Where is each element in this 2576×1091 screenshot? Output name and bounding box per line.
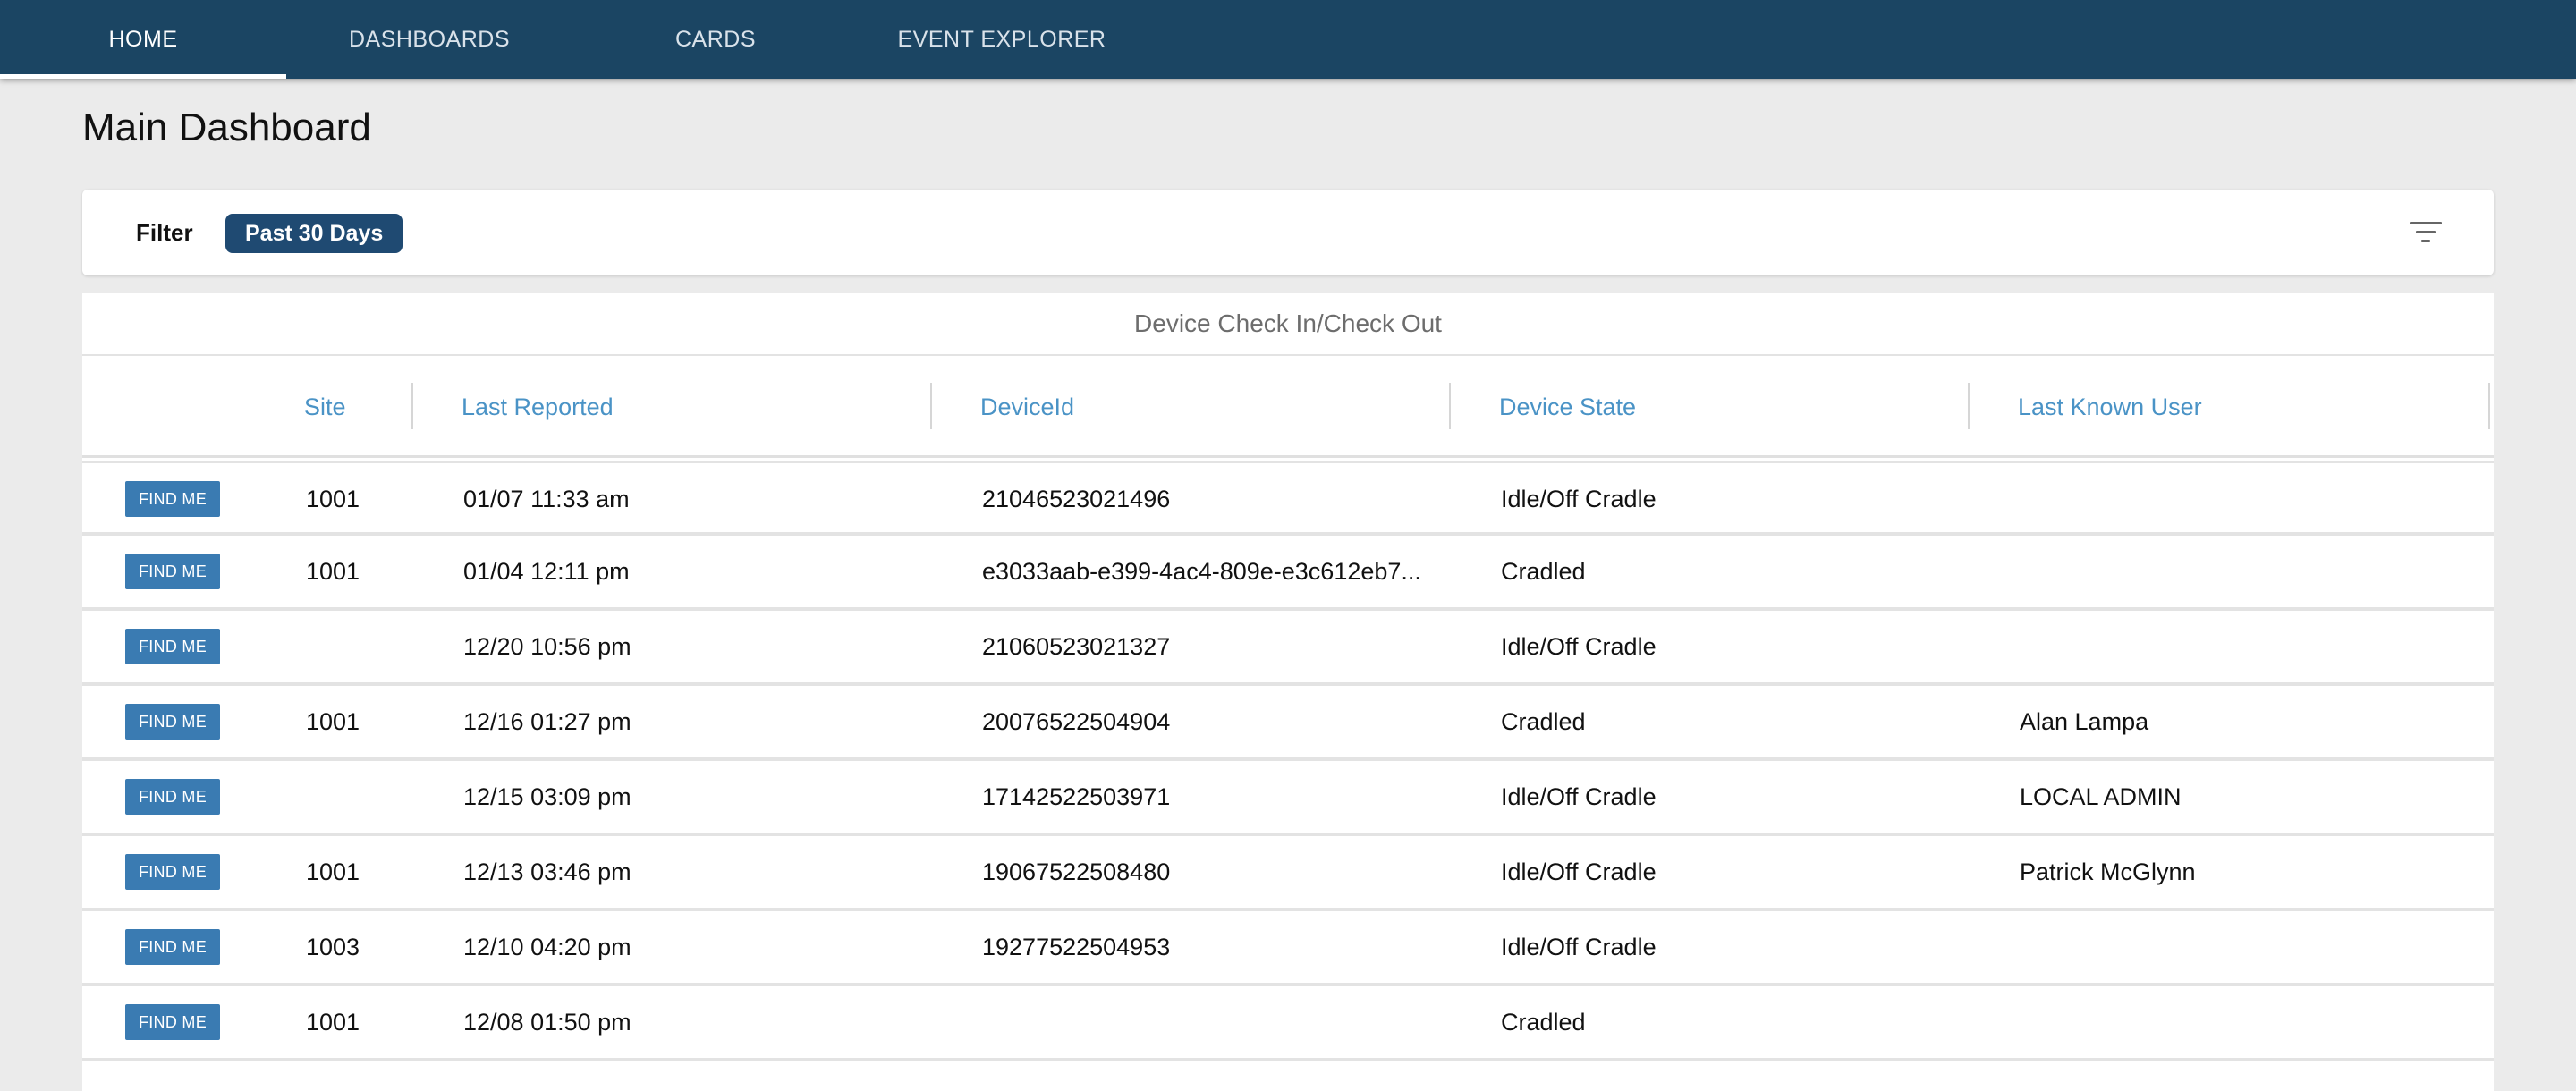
date-range-filter-chip[interactable]: Past 30 Days bbox=[225, 214, 403, 253]
cell-last-known-user: Patrick McGlynn bbox=[2020, 858, 2196, 885]
table-row: FIND ME 1003 12/10 04:20 pm 192775225049… bbox=[82, 911, 2494, 986]
table-row: FIND ME 1001 01/07 11:33 am 210465230214… bbox=[82, 461, 2494, 536]
column-header-last-known-user[interactable]: Last Known User bbox=[2018, 356, 2202, 458]
cell-site: 1001 bbox=[306, 1008, 360, 1036]
cell-last-known-user bbox=[2020, 463, 2467, 535]
table-row: FIND ME 1001 01/04 12:11 pm e3033aab-e39… bbox=[82, 536, 2494, 611]
cell-device-id: 21046523021496 bbox=[982, 485, 1171, 512]
cell-device-state: Idle/Off Cradle bbox=[1501, 485, 1657, 512]
top-nav-bar: HOME DASHBOARDS CARDS EVENT EXPLORER bbox=[0, 0, 2576, 79]
cell-site: 1001 bbox=[306, 707, 360, 735]
column-header-device-id[interactable]: DeviceId bbox=[980, 356, 1074, 458]
cell-device-id bbox=[982, 986, 1429, 1058]
cell-last-known-user bbox=[2020, 911, 2467, 983]
cell-device-state: Cradled bbox=[1501, 1008, 1586, 1036]
cell-device-id: e3033aab-e399-4ac4-809e-e3c612eb7... bbox=[982, 557, 1421, 585]
cell-device-id: 21060523021327 bbox=[982, 632, 1171, 660]
table-title: Device Check In/Check Out bbox=[82, 293, 2494, 356]
cell-device-state: Idle/Off Cradle bbox=[1501, 858, 1657, 885]
cell-last-reported: 12/08 01:50 pm bbox=[463, 1008, 631, 1036]
cell-last-known-user bbox=[2020, 611, 2467, 682]
cell-device-state: Idle/Off Cradle bbox=[1501, 782, 1657, 810]
find-me-button[interactable]: FIND ME bbox=[125, 481, 220, 517]
cell-last-reported: 01/07 11:33 am bbox=[463, 485, 630, 512]
cell-last-known-user bbox=[2020, 536, 2467, 607]
cell-device-state: Idle/Off Cradle bbox=[1501, 632, 1657, 660]
cell-last-reported: 12/10 04:20 pm bbox=[463, 933, 631, 960]
column-separator[interactable] bbox=[411, 383, 413, 429]
table-row: FIND ME 12/20 10:56 pm 21060523021327 Id… bbox=[82, 611, 2494, 686]
cell-last-reported: 12/13 03:46 pm bbox=[463, 858, 631, 885]
cell-site: 1001 bbox=[306, 485, 360, 512]
filter-label: Filter bbox=[136, 218, 193, 246]
table-row: FIND ME 12/15 03:09 pm 17142522503971 Id… bbox=[82, 761, 2494, 836]
column-header-site[interactable]: Site bbox=[304, 356, 346, 458]
find-me-button[interactable]: FIND ME bbox=[125, 1004, 220, 1040]
tab-dashboards[interactable]: DASHBOARDS bbox=[322, 0, 537, 79]
cell-last-reported: 01/04 12:11 pm bbox=[463, 557, 630, 585]
cell-site bbox=[306, 761, 440, 833]
column-separator[interactable] bbox=[1449, 383, 1451, 429]
cell-device-id: 20076522504904 bbox=[982, 707, 1171, 735]
table-body: FIND ME 1001 01/07 11:33 am 210465230214… bbox=[82, 461, 2494, 1061]
find-me-button[interactable]: FIND ME bbox=[125, 554, 220, 589]
cell-device-state: Cradled bbox=[1501, 707, 1586, 735]
tab-home[interactable]: HOME bbox=[0, 0, 286, 79]
table-header-row: Site Last Reported DeviceId Device State… bbox=[82, 356, 2494, 458]
cell-site: 1003 bbox=[306, 933, 360, 960]
tab-event-explorer[interactable]: EVENT EXPLORER bbox=[886, 0, 1118, 79]
find-me-button[interactable]: FIND ME bbox=[125, 779, 220, 815]
page-title: Main Dashboard bbox=[82, 106, 371, 149]
cell-last-known-user: LOCAL ADMIN bbox=[2020, 782, 2182, 810]
cell-last-known-user: Alan Lampa bbox=[2020, 707, 2149, 735]
column-separator[interactable] bbox=[1968, 383, 1970, 429]
cell-last-reported: 12/20 10:56 pm bbox=[463, 632, 631, 660]
cell-device-state: Cradled bbox=[1501, 557, 1586, 585]
cell-device-id: 17142522503971 bbox=[982, 782, 1171, 810]
column-header-device-state[interactable]: Device State bbox=[1499, 356, 1636, 458]
device-table-card: Device Check In/Check Out Site Last Repo… bbox=[82, 293, 2494, 1091]
find-me-button[interactable]: FIND ME bbox=[125, 629, 220, 664]
cell-device-state: Idle/Off Cradle bbox=[1501, 933, 1657, 960]
find-me-button[interactable]: FIND ME bbox=[125, 929, 220, 965]
find-me-button[interactable]: FIND ME bbox=[125, 704, 220, 740]
filter-bar: Filter Past 30 Days bbox=[82, 190, 2494, 275]
table-row: FIND ME 1001 12/08 01:50 pm Cradled bbox=[82, 986, 2494, 1061]
cell-site: 1001 bbox=[306, 557, 360, 585]
filter-list-icon[interactable] bbox=[2410, 218, 2442, 247]
cell-last-reported: 12/15 03:09 pm bbox=[463, 782, 631, 810]
table-row: FIND ME 1001 12/16 01:27 pm 200765225049… bbox=[82, 686, 2494, 761]
cell-site: 1001 bbox=[306, 858, 360, 885]
cell-site bbox=[306, 611, 440, 682]
cell-last-reported: 12/16 01:27 pm bbox=[463, 707, 631, 735]
cell-device-id: 19277522504953 bbox=[982, 933, 1171, 960]
column-separator[interactable] bbox=[930, 383, 932, 429]
cell-last-known-user bbox=[2020, 986, 2467, 1058]
cell-device-id: 19067522508480 bbox=[982, 858, 1171, 885]
table-row: FIND ME 1001 12/13 03:46 pm 190675225084… bbox=[82, 836, 2494, 911]
column-separator[interactable] bbox=[2488, 383, 2490, 429]
find-me-button[interactable]: FIND ME bbox=[125, 854, 220, 890]
tab-cards[interactable]: CARDS bbox=[644, 0, 787, 79]
column-header-last-reported[interactable]: Last Reported bbox=[462, 356, 614, 458]
